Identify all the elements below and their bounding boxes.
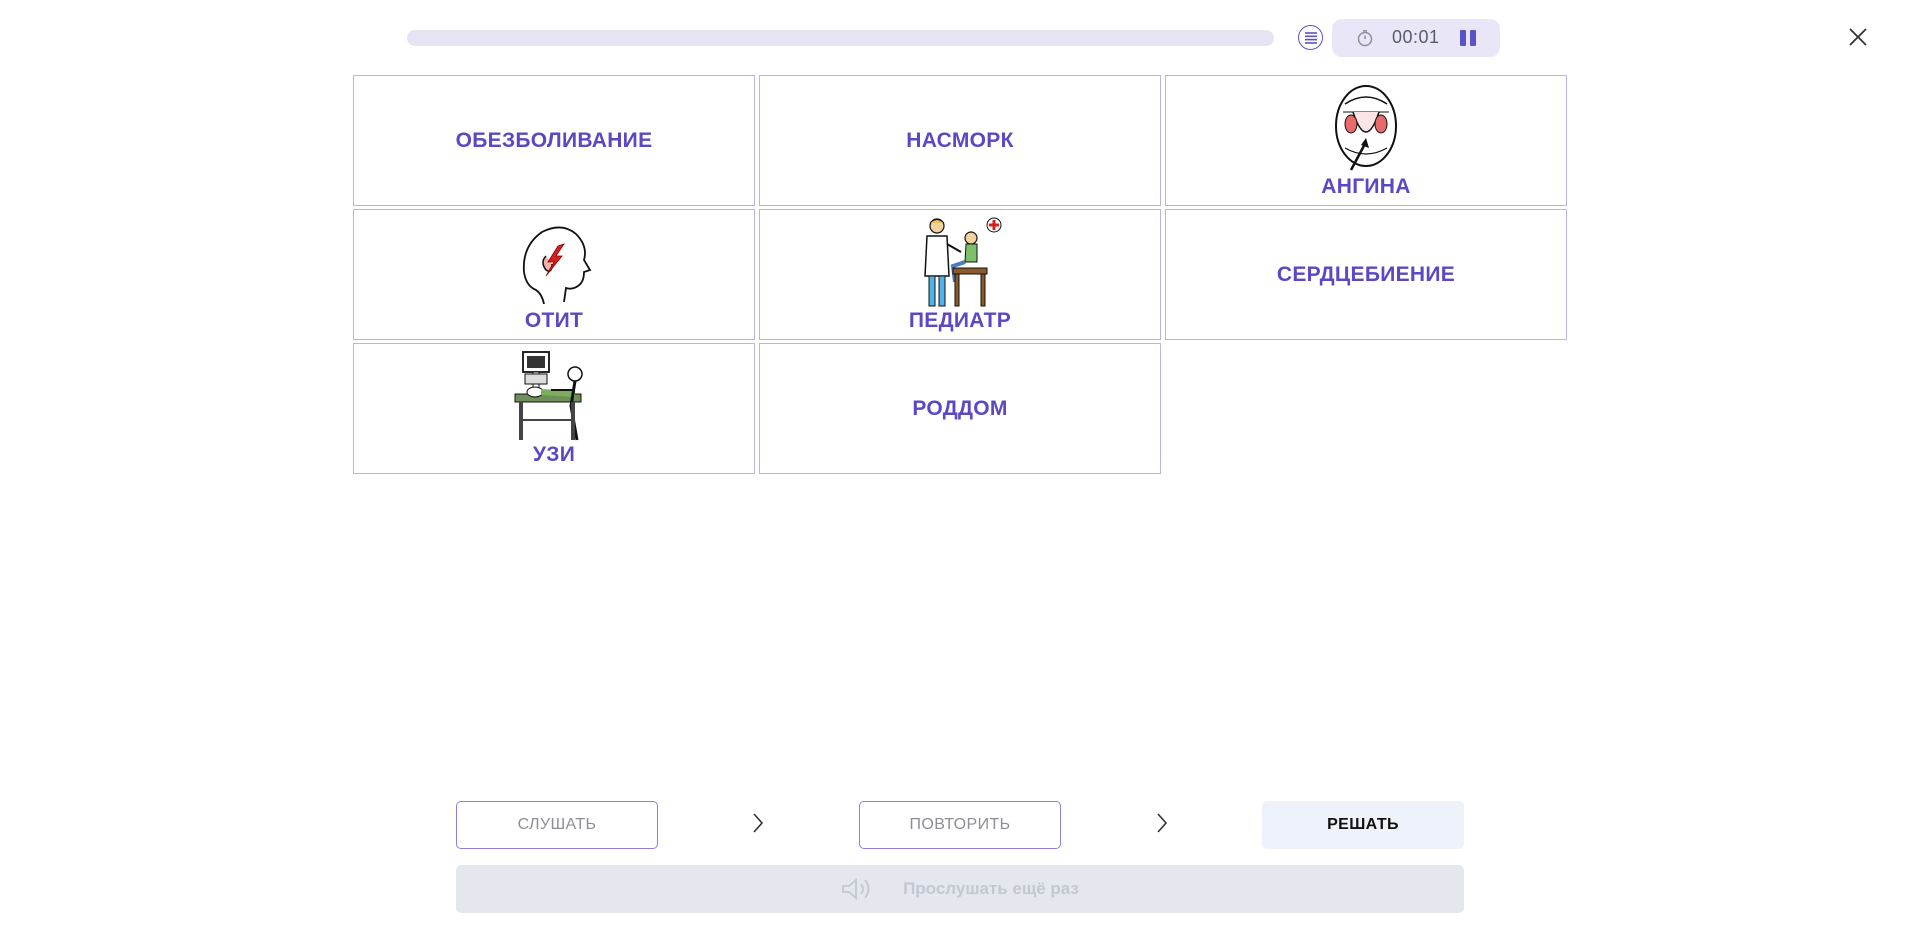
- card-nasmork[interactable]: НАСМОРК: [759, 75, 1161, 206]
- stopwatch-icon: [1357, 30, 1373, 47]
- repeat-label: ПОВТОРИТЬ: [909, 816, 1011, 833]
- card-label: СЕРДЦЕБИЕНИЕ: [1276, 262, 1456, 286]
- timer: 00:01: [1332, 19, 1500, 57]
- chevron-right-icon: [753, 813, 764, 833]
- card-obezbolivanie[interactable]: ОБЕЗБОЛИВАНИЕ: [353, 75, 755, 206]
- card-label: АНГИНА: [1321, 175, 1411, 198]
- card-pediatr[interactable]: ПЕДИАТР: [759, 209, 1161, 340]
- card-label: РОДДОМ: [912, 396, 1008, 420]
- ear-pain-illustration: [522, 226, 592, 305]
- card-otit[interactable]: ОТИТ: [353, 209, 755, 340]
- card-roddom[interactable]: РОДДОМ: [759, 343, 1161, 474]
- progress-bar: [407, 30, 1274, 46]
- solve-button[interactable]: РЕШАТЬ: [1262, 801, 1464, 849]
- card-uzi[interactable]: УЗИ: [353, 343, 755, 474]
- card-label: ОТИТ: [524, 309, 584, 332]
- repeat-button[interactable]: ПОВТОРИТЬ: [859, 801, 1061, 849]
- card-label: УЗИ: [532, 443, 576, 466]
- pause-button[interactable]: [1458, 28, 1478, 48]
- list-button[interactable]: [1298, 25, 1323, 50]
- card-label: НАСМОРК: [906, 128, 1014, 152]
- listen-again-label: Прослушать ещё раз: [903, 879, 1079, 898]
- speaker-icon: [842, 878, 870, 900]
- top-bar: 00:01: [0, 0, 1920, 75]
- list-icon: [1304, 31, 1317, 44]
- ultrasound-illustration: [514, 351, 583, 441]
- card-label: ОБЕЗБОЛИВАНИЕ: [455, 128, 653, 152]
- listen-again-button[interactable]: Прослушать ещё раз: [456, 865, 1464, 913]
- pediatrician-illustration: [924, 217, 1002, 307]
- throat-illustration: [1335, 85, 1397, 171]
- pause-icon: [1460, 30, 1466, 46]
- listen-label: СЛУШАТЬ: [517, 816, 597, 833]
- close-icon[interactable]: [1845, 24, 1871, 50]
- card-label: ПЕДИАТР: [908, 309, 1012, 332]
- card-serdcebienie[interactable]: СЕРДЦЕБИЕНИЕ: [1165, 209, 1567, 340]
- timer-value: 00:01: [1392, 27, 1440, 47]
- solve-label: РЕШАТЬ: [1327, 816, 1399, 833]
- chevron-right-icon: [1157, 813, 1168, 833]
- listen-button[interactable]: СЛУШАТЬ: [456, 801, 658, 849]
- card-angina[interactable]: АНГИНА: [1165, 75, 1567, 206]
